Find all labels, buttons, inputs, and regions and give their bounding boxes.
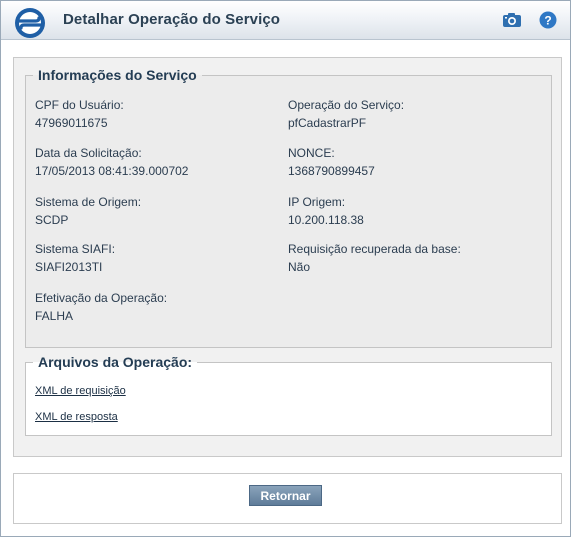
response-xml-link[interactable]: XML de resposta [35, 411, 118, 423]
field-label: Sistema SIAFI: [35, 242, 116, 256]
field-value: 1368790899457 [288, 164, 375, 178]
field-label: CPF do Usuário: [35, 98, 124, 112]
field-recovered-request: Requisição recuperada da base: Não [288, 242, 461, 274]
field-value: pfCadastrarPF [288, 116, 367, 130]
field-label: Requisição recuperada da base: [288, 242, 461, 256]
field-value: Não [288, 260, 311, 274]
field-value: 17/05/2013 08:41:39.000702 [35, 164, 189, 178]
service-info-legend: Informações do Serviço [38, 67, 197, 83]
field-label: Data da Solicitação: [35, 146, 142, 160]
camera-icon[interactable] [502, 12, 522, 28]
return-button[interactable]: Retornar [249, 485, 322, 506]
field-siafi-system: Sistema SIAFI: SIAFI2013TI [35, 242, 115, 274]
field-operation: Operação do Serviço: pfCadastrarPF [288, 98, 404, 130]
title-bar: Detalhar Operação do Serviço ? [1, 1, 570, 40]
field-label: NONCE: [288, 146, 335, 160]
field-origin-ip: IP Origem: 10.200.118.38 [288, 195, 364, 227]
field-label: Sistema de Origem: [35, 195, 142, 209]
window-title: Detalhar Operação do Serviço [63, 11, 281, 28]
field-cpf: CPF do Usuário: 47969011675 [35, 98, 124, 130]
footer-bar: Retornar [13, 473, 562, 524]
dialog-window: Detalhar Operação do Serviço ? Informaçõ… [0, 0, 571, 537]
request-xml-link[interactable]: XML de requisição [35, 385, 126, 397]
operation-files-legend: Arquivos da Operação: [38, 354, 193, 370]
field-nonce: NONCE: 1368790899457 [288, 146, 375, 178]
field-value: FALHA [35, 309, 74, 323]
help-icon[interactable]: ? [539, 11, 557, 29]
field-operation-result: Efetivação da Operação: FALHA [35, 291, 167, 323]
field-label: Efetivação da Operação: [35, 291, 168, 305]
field-label: Operação do Serviço: [288, 98, 405, 112]
content-panel: Informações do Serviço CPF do Usuário: 4… [13, 57, 562, 457]
svg-text:?: ? [544, 14, 551, 28]
field-value: 47969011675 [35, 116, 108, 130]
field-value: SIAFI2013TI [35, 260, 103, 274]
field-label: IP Origem: [288, 195, 346, 209]
field-origin-system: Sistema de Origem: SCDP [35, 195, 141, 227]
serpro-logo-icon [15, 8, 45, 38]
field-request-date: Data da Solicitação: 17/05/2013 08:41:39… [35, 146, 188, 178]
field-value: 10.200.118.38 [288, 213, 364, 227]
field-value: SCDP [35, 213, 69, 227]
